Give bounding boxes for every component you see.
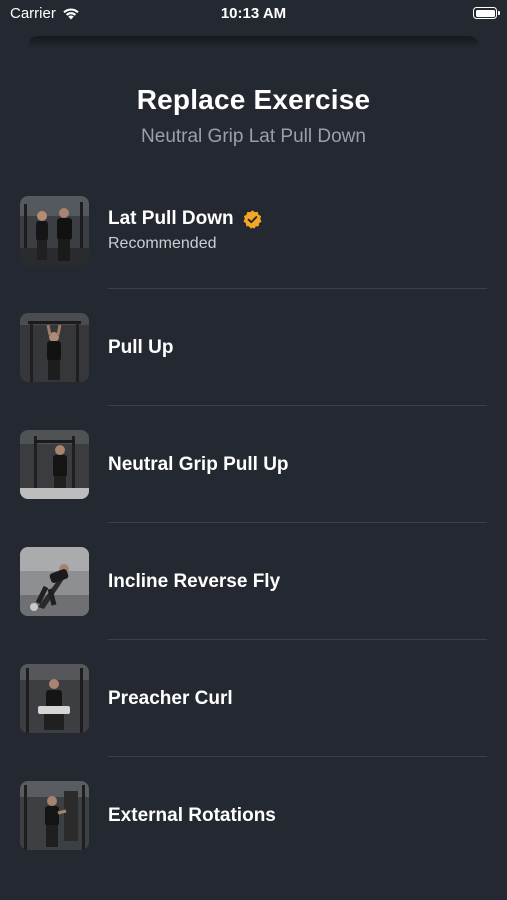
exercise-name: Pull Up [108, 336, 174, 358]
exercise-name: Neutral Grip Pull Up [108, 453, 289, 475]
exercise-row-pull-up[interactable]: Pull Up [0, 289, 507, 406]
status-time: 10:13 AM [220, 5, 287, 22]
exercise-text: Incline Reverse Fly [108, 570, 280, 594]
exercise-row-external-rotations[interactable]: External Rotations [0, 757, 507, 874]
exercise-name: Incline Reverse Fly [108, 570, 281, 592]
exercise-name-row: Lat Pull Down [108, 207, 263, 231]
exercise-list: Lat Pull Down Recommended Pull Up Neutra… [0, 172, 507, 874]
exercise-text: External Rotations [108, 804, 276, 828]
exercise-thumbnail [20, 664, 89, 733]
page-subtitle: Neutral Grip Lat Pull Down [141, 126, 366, 147]
exercise-text: Preacher Curl [108, 687, 233, 711]
exercise-text: Neutral Grip Pull Up [108, 453, 289, 477]
exercise-thumbnail [20, 547, 89, 616]
exercise-name: External Rotations [108, 804, 276, 826]
exercise-name: Preacher Curl [108, 687, 233, 709]
exercise-row-lat-pull-down[interactable]: Lat Pull Down Recommended [0, 172, 507, 289]
status-bar: Carrier 10:13 AM [0, 0, 507, 30]
header: Replace Exercise Neutral Grip Lat Pull D… [0, 82, 507, 150]
exercise-row-incline-reverse-fly[interactable]: Incline Reverse Fly [0, 523, 507, 640]
exercise-thumbnail [20, 313, 89, 382]
exercise-thumbnail [20, 781, 89, 850]
exercise-name: Lat Pull Down [108, 208, 234, 229]
recommended-label: Recommended [108, 235, 217, 252]
exercise-text: Lat Pull Down Recommended [108, 207, 263, 254]
exercise-thumbnail [20, 196, 89, 265]
verified-check-icon [242, 209, 263, 230]
page-title: Replace Exercise [136, 84, 371, 115]
exercise-text: Pull Up [108, 336, 173, 360]
battery-icon [473, 7, 500, 19]
exercise-row-neutral-grip-pull-up[interactable]: Neutral Grip Pull Up [0, 406, 507, 523]
sheet-grabber-shadow [28, 36, 479, 48]
exercise-thumbnail [20, 430, 89, 499]
exercise-row-preacher-curl[interactable]: Preacher Curl [0, 640, 507, 757]
